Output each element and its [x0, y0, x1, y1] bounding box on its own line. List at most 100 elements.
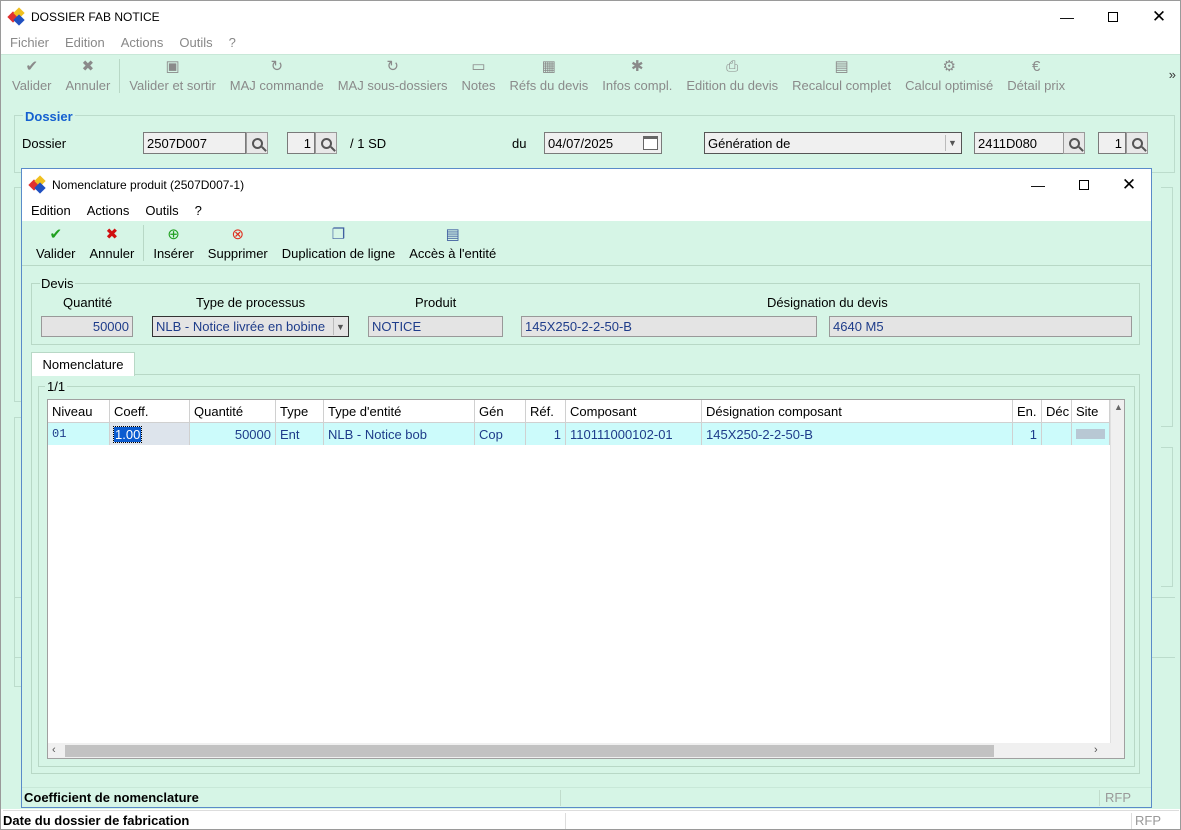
search-icon: [1068, 137, 1080, 149]
chevron-down-icon[interactable]: ▼: [333, 318, 347, 335]
infos-compl-button[interactable]: ✱ Infos compl.: [595, 55, 679, 97]
dossier-group-title: Dossier: [23, 109, 75, 124]
save-icon: ▣: [165, 58, 180, 75]
calcul-optimise-button[interactable]: ⚙ Calcul optimisé: [898, 55, 1000, 97]
col-composant[interactable]: Composant: [566, 400, 702, 423]
cell-ref[interactable]: 1: [526, 423, 566, 445]
close-button[interactable]: ✕: [1136, 1, 1181, 32]
menu-fichier[interactable]: Fichier: [2, 35, 57, 50]
dossier-label: Dossier: [22, 136, 67, 151]
dialog-valider-button[interactable]: ✔ Valider: [29, 221, 83, 265]
designation-devis-field-2[interactable]: 4640 M5: [829, 316, 1132, 337]
dialog-annuler-button[interactable]: ✖ Annuler: [83, 221, 142, 265]
menu-help[interactable]: ?: [221, 35, 244, 50]
menu-actions[interactable]: Actions: [113, 35, 172, 50]
col-designation-composant[interactable]: Désignation composant: [702, 400, 1013, 423]
dialog-menu-edition[interactable]: Edition: [23, 203, 79, 218]
cell-coeff[interactable]: 1.00: [110, 423, 190, 445]
inserer-button[interactable]: ⊕ Insérer: [146, 221, 200, 265]
minimize-button[interactable]: —: [1044, 1, 1090, 32]
designation-devis-field-1[interactable]: 145X250-2-2-50-B: [521, 316, 817, 337]
refresh-icon: ↻: [270, 58, 284, 75]
toolbar-overflow-button[interactable]: »: [1169, 67, 1176, 82]
maj-sous-dossiers-button[interactable]: ↻ MAJ sous-dossiers: [331, 55, 455, 97]
col-site[interactable]: Site: [1072, 400, 1110, 423]
scroll-left-icon[interactable]: ‹: [52, 744, 56, 756]
horizontal-scrollbar[interactable]: ‹ ›: [48, 743, 1124, 758]
dialog-minimize-button[interactable]: —: [1015, 169, 1061, 200]
cell-designation-composant[interactable]: 145X250-2-2-50-B: [702, 423, 1013, 445]
chevron-down-icon[interactable]: ▼: [945, 135, 959, 151]
dialog-maximize-button[interactable]: [1061, 169, 1107, 200]
form-icon: ▤: [445, 226, 460, 243]
col-niveau[interactable]: Niveau: [48, 400, 110, 423]
dossier-field[interactable]: 2507D007: [143, 132, 246, 154]
sd-search-button[interactable]: [315, 132, 337, 154]
date-field[interactable]: 04/07/2025: [544, 132, 662, 154]
dialog-menu-help[interactable]: ?: [187, 203, 210, 218]
minimize-icon: —: [1060, 8, 1074, 25]
main-statusbar: Date du dossier de fabrication RFP: [3, 810, 1179, 830]
col-en[interactable]: En.: [1013, 400, 1042, 423]
check-icon: ✔: [25, 58, 39, 75]
detail-prix-button[interactable]: € Détail prix: [1000, 55, 1072, 97]
col-type-entite[interactable]: Type d'entité: [324, 400, 475, 423]
check-icon: ✔: [49, 226, 63, 243]
maj-commande-button[interactable]: ↻ MAJ commande: [223, 55, 331, 97]
cell-type[interactable]: Ent: [276, 423, 324, 445]
cell-coeff-value[interactable]: 1.00: [112, 425, 143, 443]
duplication-button[interactable]: ❐ Duplication de ligne: [275, 221, 402, 265]
devis-group-title: Devis: [40, 276, 75, 291]
edition-devis-button[interactable]: ⎙ Edition du devis: [679, 55, 785, 97]
ref-num-search-button[interactable]: [1126, 132, 1148, 154]
supprimer-button[interactable]: ⊗ Supprimer: [201, 221, 275, 265]
col-ref[interactable]: Réf.: [526, 400, 566, 423]
recalcul-button[interactable]: ▤ Recalcul complet: [785, 55, 898, 97]
search-icon: [320, 137, 332, 149]
refs-devis-button[interactable]: ▦ Réfs du devis: [503, 55, 596, 97]
cell-niveau[interactable]: 01: [48, 423, 110, 445]
type-processus-select[interactable]: NLB - Notice livrée en bobine ▼: [152, 316, 349, 337]
ref-num-field[interactable]: 1: [1098, 132, 1126, 154]
calendar-icon[interactable]: [643, 136, 658, 150]
sd-field[interactable]: 1: [287, 132, 315, 154]
menu-outils[interactable]: Outils: [171, 35, 220, 50]
cell-type-entite[interactable]: NLB - Notice bob: [324, 423, 475, 445]
col-dec[interactable]: Déc: [1042, 400, 1072, 423]
note-icon: ▭: [471, 58, 486, 75]
quantite-field[interactable]: 50000: [41, 316, 133, 337]
menu-edition[interactable]: Edition: [57, 35, 113, 50]
cell-quantite[interactable]: 50000: [190, 423, 276, 445]
cell-composant[interactable]: 110111000102-01: [566, 423, 702, 445]
valider-sortir-button[interactable]: ▣ Valider et sortir: [122, 55, 222, 97]
dialog-menu-outils[interactable]: Outils: [137, 203, 186, 218]
maximize-icon: [1108, 11, 1118, 22]
main-status-rfp: RFP: [1135, 813, 1161, 828]
asterisk-icon: ✱: [631, 58, 644, 75]
scroll-up-icon[interactable]: ▲: [1114, 402, 1123, 412]
cell-site[interactable]: [1072, 423, 1110, 445]
dialog-close-button[interactable]: ✕: [1106, 169, 1152, 200]
valider-button[interactable]: ✔ Valider: [5, 55, 59, 97]
ref-field[interactable]: 2411D080: [974, 132, 1064, 154]
dialog-menu-actions[interactable]: Actions: [79, 203, 138, 218]
vertical-scrollbar[interactable]: ▲: [1110, 400, 1124, 743]
scroll-right-icon[interactable]: ›: [1094, 744, 1098, 756]
scroll-thumb[interactable]: [65, 745, 994, 757]
generation-select[interactable]: Génération de ▼: [704, 132, 962, 154]
cell-gen[interactable]: Cop: [475, 423, 526, 445]
produit-field[interactable]: NOTICE: [368, 316, 503, 337]
col-coeff[interactable]: Coeff.: [110, 400, 190, 423]
notes-button[interactable]: ▭ Notes: [455, 55, 503, 97]
annuler-button[interactable]: ✖ Annuler: [59, 55, 118, 97]
col-type[interactable]: Type: [276, 400, 324, 423]
col-quantite[interactable]: Quantité: [190, 400, 276, 423]
tab-nomenclature[interactable]: Nomenclature: [31, 352, 135, 376]
col-gen[interactable]: Gén: [475, 400, 526, 423]
maximize-button[interactable]: [1090, 1, 1136, 32]
acces-entite-button[interactable]: ▤ Accès à l'entité: [402, 221, 503, 265]
dossier-search-button[interactable]: [246, 132, 268, 154]
cell-dec[interactable]: [1042, 423, 1072, 445]
cell-en[interactable]: 1: [1013, 423, 1042, 445]
ref-search-button[interactable]: [1063, 132, 1085, 154]
